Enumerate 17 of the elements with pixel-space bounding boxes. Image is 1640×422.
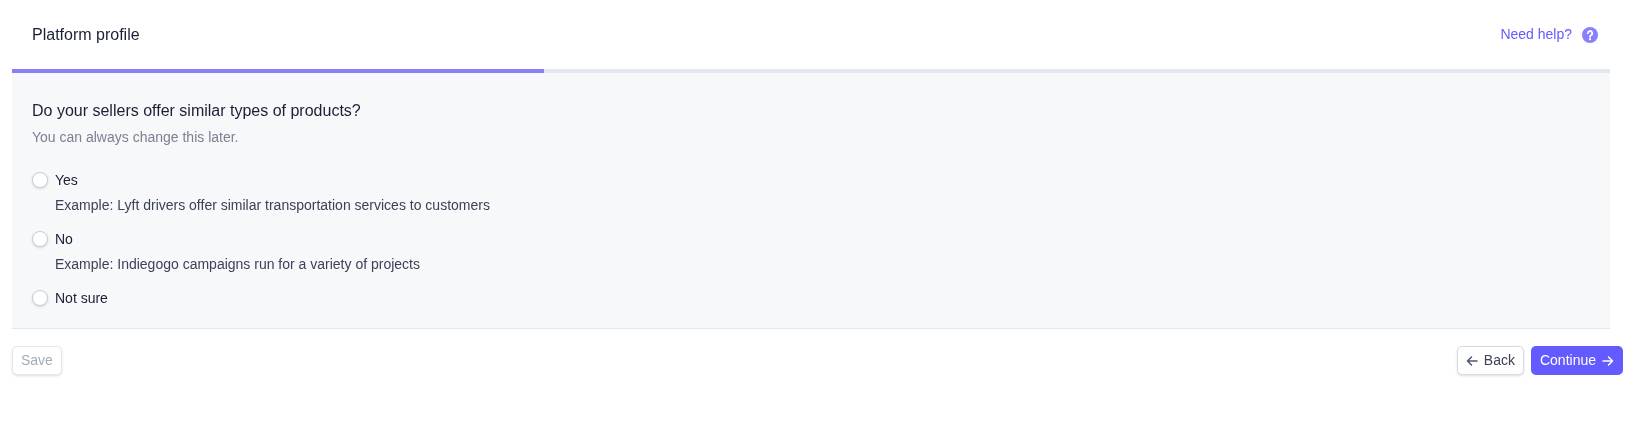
continue-button[interactable]: Continue	[1530, 346, 1623, 375]
option-label: Not sure	[55, 289, 108, 308]
option-description: Example: Indiegogo campaigns run for a variety of projects	[55, 255, 421, 274]
question-title: Do your sellers offer similar types of products?	[32, 101, 362, 121]
help-link[interactable]: Need help?	[1500, 24, 1598, 45]
arrow-right-icon	[1602, 354, 1614, 367]
radio-button[interactable]	[32, 290, 48, 306]
option-description: Example: Lyft drivers offer similar transportation services to customers	[55, 196, 491, 215]
arrow-left-icon	[1465, 354, 1478, 367]
radio-button[interactable]	[32, 172, 48, 188]
option-label: Yes	[55, 171, 78, 190]
question-subtitle: You can always change this later.	[32, 128, 240, 147]
option-label: No	[55, 230, 73, 249]
back-button[interactable]: Back	[1456, 346, 1524, 375]
radio-button[interactable]	[32, 231, 48, 247]
help-icon	[1582, 26, 1598, 43]
page-title: Platform profile	[32, 24, 140, 45]
